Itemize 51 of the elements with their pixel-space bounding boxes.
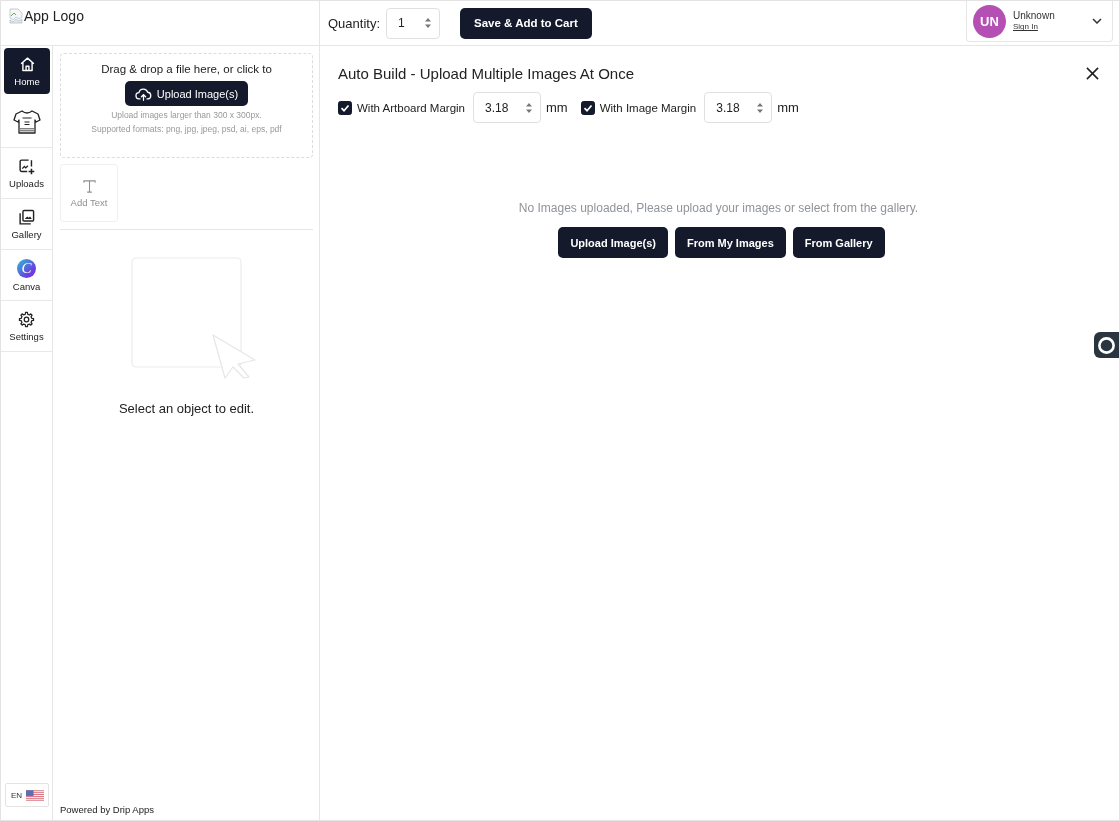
dropzone-prompt: Drag & drop a file here, or click to [101, 63, 272, 75]
checkbox-label: With Image Margin [599, 101, 697, 114]
settings-icon [18, 310, 35, 328]
checkbox[interactable] [338, 100, 352, 115]
gallery-icon [18, 208, 35, 226]
chevron-down-icon[interactable] [1092, 18, 1102, 24]
quantity-field[interactable]: 1 [386, 7, 441, 39]
action-button[interactable]: From My Images [674, 227, 786, 258]
powered-by-text: Powered by Drip Apps [60, 804, 154, 815]
flag-icon [26, 789, 44, 801]
image-plus-icon [18, 157, 35, 175]
upload-hint: Supported formats: png, jpg, jpeg, psd, ai, eps, pdf [91, 124, 282, 134]
close-icon[interactable] [1086, 67, 1099, 80]
spinner-icon[interactable] [757, 102, 764, 113]
upload-hint: Upload images larger than 300 x 300px. [111, 110, 262, 120]
sidebar-item[interactable]: Home [4, 48, 50, 94]
empty-message: No Images uploaded, Please upload your images or select from the gallery. [518, 201, 919, 215]
quantity-label: Quantity: [328, 15, 381, 31]
sidebar-item[interactable]: Uploads [1, 148, 52, 199]
checkbox-label: With Artboard Margin [357, 101, 465, 114]
spinner-icon[interactable] [526, 102, 532, 113]
avatar: UN [973, 4, 1006, 38]
empty-state-text: Select an object to edit. [118, 401, 255, 416]
jersey-icon [12, 109, 41, 135]
broken-image-icon [9, 8, 23, 24]
cloud-upload-icon [134, 86, 152, 101]
sidebar-item[interactable]: C Canva [1, 250, 52, 301]
action-button[interactable]: From Gallery [792, 227, 885, 258]
logo-alt-text: App Logo [24, 8, 84, 24]
dialog-title: Auto Build - Upload Multiple Images At Once [338, 65, 634, 82]
sidebar-item[interactable]: Settings [1, 301, 52, 352]
sign-in-link[interactable]: Sign In [1013, 22, 1055, 32]
floating-widget-button[interactable] [1094, 332, 1119, 358]
upload-dropzone[interactable]: Drag & drop a file here, or click to Upload Image(s) Upload images larger than 300 x 300px. Supported formats: png, jpg, jpeg, psd, ai, eps, pdf [60, 53, 313, 158]
sidebar-item[interactable]: Gallery [1, 199, 52, 250]
home-icon [18, 55, 36, 73]
unit-label: mm [777, 100, 799, 115]
upload-images-button[interactable]: Upload Image(s) [124, 81, 249, 106]
user-menu[interactable]: UN Unknown Sign In [966, 1, 1113, 42]
margin-field[interactable]: 3.18 [473, 92, 541, 123]
margin-field[interactable]: 3.18 [704, 92, 773, 123]
save-add-to-cart-button[interactable]: Save & Add to Cart [460, 7, 592, 39]
language-selector[interactable]: EN [5, 783, 49, 807]
unit-label: mm [546, 100, 568, 115]
user-name: Unknown [1013, 10, 1055, 23]
spinner-icon[interactable] [425, 18, 432, 28]
canva-logo: C [17, 258, 36, 278]
checkbox[interactable] [580, 100, 595, 115]
text-icon [81, 178, 97, 194]
action-button[interactable]: Upload Image(s) [558, 227, 668, 258]
ring-icon [1097, 335, 1116, 355]
